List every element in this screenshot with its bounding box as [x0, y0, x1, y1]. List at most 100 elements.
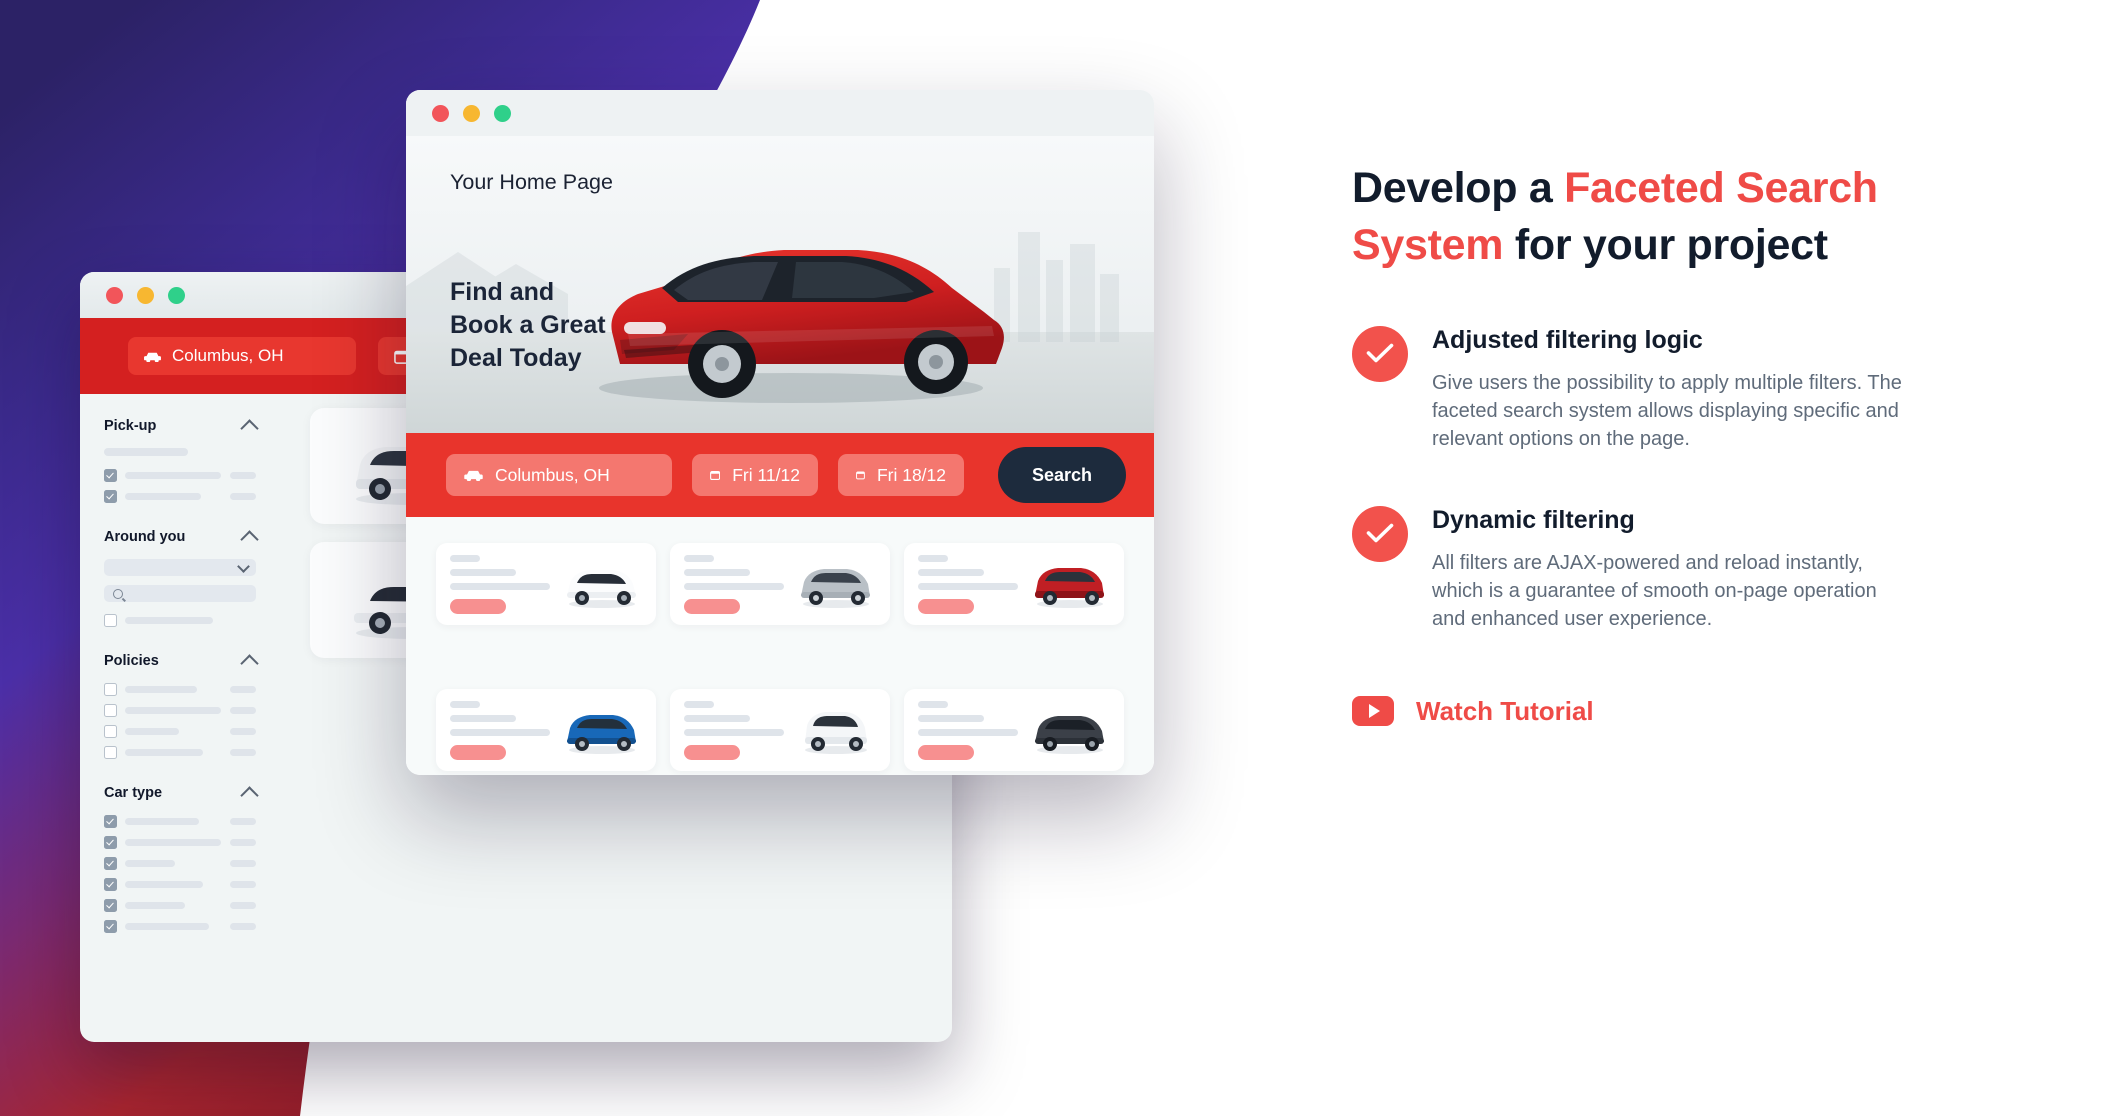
filter-option-row[interactable]: [104, 614, 256, 627]
back-location-value: Columbus, OH: [172, 346, 284, 365]
checkbox-checked[interactable]: [104, 815, 117, 828]
feature-text: Adjusted filtering logic Give users the …: [1432, 326, 1912, 454]
hero-heading: Find and Book a Great Deal Today: [450, 276, 606, 375]
location-field[interactable]: Columbus, OH: [446, 454, 672, 496]
minimize-dot[interactable]: [463, 104, 480, 122]
filter-option-row[interactable]: [104, 725, 256, 738]
checkbox-checked[interactable]: [104, 920, 117, 933]
result-card[interactable]: [670, 689, 890, 771]
checkbox-checked[interactable]: [104, 469, 117, 482]
filter-option-row[interactable]: [104, 899, 256, 912]
filter-label-car-type: Car type: [104, 785, 163, 801]
card-skeleton: [450, 700, 550, 760]
option-count-skeleton: [230, 493, 256, 500]
watch-tutorial-link[interactable]: Watch Tutorial: [1352, 696, 1952, 727]
checkbox-unchecked[interactable]: [104, 683, 117, 696]
card-action-button[interactable]: [918, 598, 974, 614]
filter-group-around-you: Around you: [104, 529, 259, 627]
option-label-skeleton: [125, 923, 209, 930]
card-skeleton: [450, 554, 550, 614]
filter-option-row[interactable]: [104, 683, 256, 696]
checkbox-checked[interactable]: [104, 490, 117, 503]
hero-heading-line-3: Deal Today: [450, 344, 582, 372]
feature-title: Adjusted filtering logic: [1432, 325, 1703, 354]
result-card[interactable]: [670, 543, 890, 625]
option-label-skeleton: [125, 902, 185, 909]
card-action-button[interactable]: [918, 744, 974, 760]
checkbox-checked[interactable]: [104, 878, 117, 891]
filter-header-around-you[interactable]: Around you: [104, 529, 259, 549]
card-action-button[interactable]: [684, 744, 740, 760]
filter-option-row[interactable]: [104, 857, 256, 870]
filters-sidebar: Pick-up Around you Policies Car type: [80, 394, 276, 1042]
chevron-up-icon[interactable]: [240, 418, 259, 438]
chevron-up-icon[interactable]: [240, 785, 259, 805]
date-to-value: Fri 18/12: [876, 464, 946, 485]
front-window-titlebar: [406, 90, 1154, 136]
heading-part-1: Develop a: [1352, 164, 1565, 212]
filter-search-input[interactable]: [104, 585, 256, 602]
filter-header-policies[interactable]: Policies: [104, 653, 259, 673]
filter-option-row[interactable]: [104, 836, 256, 849]
checkbox-unchecked[interactable]: [104, 704, 117, 717]
checkbox-unchecked[interactable]: [104, 746, 117, 759]
card-action-button[interactable]: [684, 598, 740, 614]
feature-title: Dynamic filtering: [1432, 505, 1635, 534]
check-icon: [1352, 505, 1408, 562]
filter-option-row[interactable]: [104, 704, 256, 717]
checkbox-checked[interactable]: [104, 857, 117, 870]
close-dot[interactable]: [106, 286, 123, 304]
search-button[interactable]: Search: [998, 447, 1127, 503]
hero-banner: Your Home Page Find and Book a Great Dea…: [406, 136, 1154, 433]
date-from-value: Fri 11/12: [732, 464, 800, 485]
option-count-skeleton: [230, 686, 256, 693]
close-dot[interactable]: [432, 104, 449, 122]
chevron-down-icon: [237, 559, 250, 573]
checkbox-unchecked[interactable]: [104, 725, 117, 738]
filter-option-row[interactable]: [104, 746, 256, 759]
card-skeleton: [684, 700, 784, 760]
filter-option-row[interactable]: [104, 815, 256, 828]
watch-tutorial-label: Watch Tutorial: [1416, 695, 1594, 726]
hero-heading-line-1: Find and: [450, 278, 555, 306]
date-to-field[interactable]: Fri 18/12: [838, 454, 964, 496]
maximize-dot[interactable]: [168, 286, 185, 304]
minimize-dot[interactable]: [137, 286, 154, 304]
option-label-skeleton: [125, 617, 213, 624]
calendar-icon: [856, 471, 865, 480]
filter-option-row[interactable]: [104, 469, 256, 482]
filter-subheader-bar: [104, 448, 188, 456]
filter-header-pickup[interactable]: Pick-up: [104, 418, 259, 438]
option-label-skeleton: [125, 472, 221, 479]
search-icon: [113, 588, 123, 599]
result-card[interactable]: [904, 543, 1124, 625]
option-count-skeleton: [230, 902, 256, 909]
checkbox-checked[interactable]: [104, 836, 117, 849]
checkbox-checked[interactable]: [104, 899, 117, 912]
filter-group-policies: Policies: [104, 653, 259, 759]
card-action-button[interactable]: [450, 598, 506, 614]
option-count-skeleton: [230, 860, 256, 867]
filter-option-row[interactable]: [104, 490, 256, 503]
date-from-field[interactable]: Fri 11/12: [692, 454, 818, 496]
checkbox-unchecked[interactable]: [104, 614, 117, 627]
maximize-dot[interactable]: [494, 104, 511, 122]
filter-option-row[interactable]: [104, 878, 256, 891]
card-skeleton: [684, 554, 784, 614]
back-location-field[interactable]: Columbus, OH: [128, 337, 356, 375]
filter-header-car-type[interactable]: Car type: [104, 785, 259, 805]
result-card[interactable]: [904, 689, 1124, 771]
result-card[interactable]: [436, 689, 656, 771]
result-card[interactable]: [436, 543, 656, 625]
feature-item: Dynamic filtering All filters are AJAX-p…: [1352, 505, 1952, 634]
feature-body: Give users the possibility to apply mult…: [1432, 371, 1902, 451]
filter-select[interactable]: [104, 559, 256, 576]
car-icon: [464, 470, 483, 481]
page-root: Columbus, OH Pick-up Around you Policies…: [0, 0, 2120, 1116]
card-action-button[interactable]: [450, 744, 506, 760]
filter-option-row[interactable]: [104, 920, 256, 933]
filter-group-car-type: Car type: [104, 785, 259, 933]
chevron-up-icon[interactable]: [240, 529, 259, 549]
chevron-up-icon[interactable]: [240, 653, 259, 673]
option-label-skeleton: [125, 881, 203, 888]
